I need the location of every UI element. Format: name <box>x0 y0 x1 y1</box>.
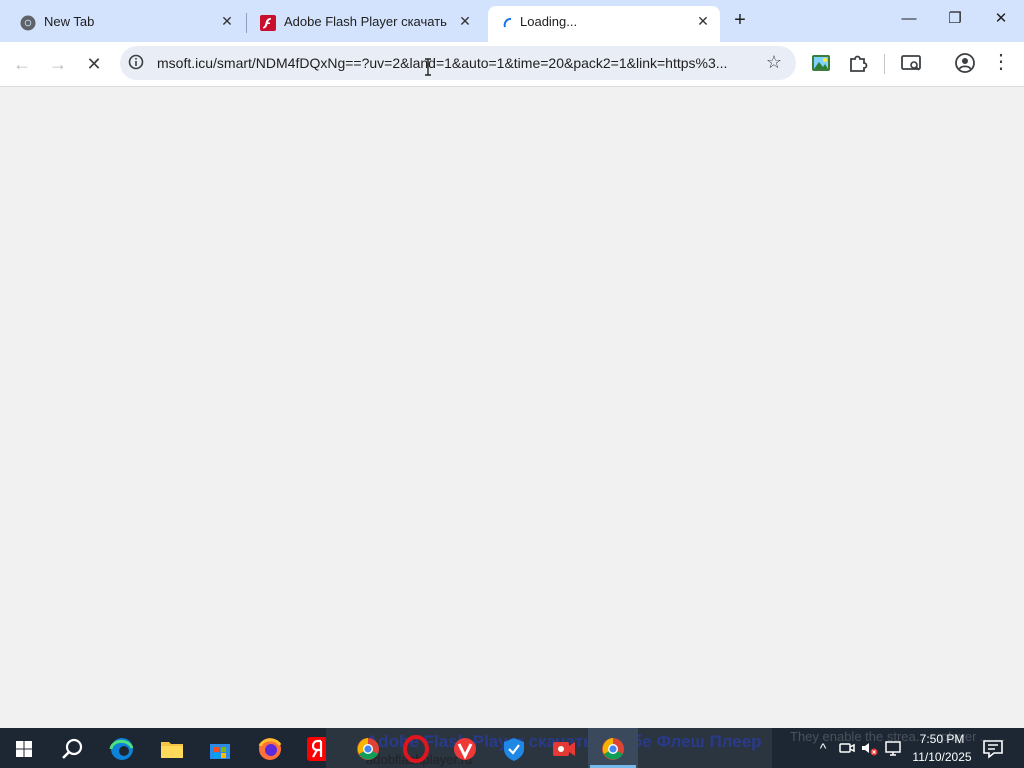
notification-center-icon[interactable] <box>982 738 1004 760</box>
close-window-button[interactable]: ✕ <box>981 4 1021 34</box>
chrome-active-taskbar-icon[interactable] <box>595 732 631 766</box>
toolbar: ← → ✕ msoft.icu/smart/NDM4fDQxNg==?uv=2&… <box>0 42 1024 87</box>
minimize-button[interactable]: — <box>889 4 929 34</box>
speaker-muted-icon[interactable] <box>860 739 878 757</box>
extensions-puzzle-icon[interactable] <box>847 52 869 74</box>
clock-time: 7:50 PM <box>919 732 965 746</box>
clock-date: 11/10/2025 <box>912 750 972 764</box>
image-extension-icon[interactable] <box>810 52 832 74</box>
tab-separator <box>246 13 247 33</box>
page-content <box>0 87 1024 728</box>
firefox-icon[interactable] <box>250 732 290 766</box>
tab-search-icon[interactable] <box>900 52 922 74</box>
close-tab-icon[interactable]: ✕ <box>694 12 712 30</box>
meet-now-icon[interactable] <box>838 739 856 757</box>
edge-icon[interactable] <box>102 732 142 766</box>
file-explorer-icon[interactable] <box>152 732 192 766</box>
loading-spinner-icon <box>503 18 512 28</box>
chevron-up-icon[interactable]: ^ <box>814 739 832 757</box>
restore-button[interactable]: ❐ <box>935 4 975 34</box>
taskbar-clock[interactable]: 7:50 PM 11/10/2025 <box>904 730 980 766</box>
vivaldi-icon[interactable] <box>447 732 483 766</box>
close-tab-icon[interactable]: ✕ <box>218 12 236 30</box>
back-button[interactable]: ← <box>8 50 36 78</box>
opera-icon[interactable] <box>398 732 434 766</box>
flash-icon <box>260 15 276 31</box>
close-tab-icon[interactable]: ✕ <box>456 12 474 30</box>
stop-button[interactable]: ✕ <box>80 50 108 78</box>
tab-new-tab[interactable]: New Tab ✕ <box>8 6 242 42</box>
menu-kebab-icon[interactable]: ⋮ <box>990 51 1012 75</box>
tab-title: Loading... <box>520 14 578 29</box>
address-bar[interactable]: msoft.icu/smart/NDM4fDQxNg==?uv=2&land=1… <box>120 46 796 80</box>
tab-strip: New Tab ✕ Adobe Flash Player скачать для… <box>0 0 1024 42</box>
shield-security-icon[interactable] <box>496 732 532 766</box>
text-cursor-icon <box>425 58 431 76</box>
tab-loading[interactable]: Loading... ✕ <box>488 6 720 42</box>
chrome-icon <box>20 15 36 31</box>
profile-icon[interactable] <box>954 52 976 74</box>
bookmark-star-icon[interactable]: ☆ <box>766 52 782 73</box>
tab-adobe-flash[interactable]: Adobe Flash Player скачать для ✕ <box>248 6 482 42</box>
network-icon[interactable] <box>884 739 902 757</box>
windows-start-icon[interactable] <box>4 732 44 766</box>
recorder-icon[interactable] <box>545 732 581 766</box>
search-icon[interactable] <box>52 732 92 766</box>
chrome-taskbar-icon[interactable] <box>350 732 386 766</box>
site-info-icon[interactable] <box>128 54 144 70</box>
tab-title: Adobe Flash Player скачать для <box>284 14 450 29</box>
microsoft-store-icon[interactable] <box>200 732 240 766</box>
toolbar-divider <box>884 54 885 74</box>
tab-title: New Tab <box>44 14 95 29</box>
url-text[interactable]: msoft.icu/smart/NDM4fDQxNg==?uv=2&land=1… <box>157 55 757 71</box>
new-tab-button[interactable]: + <box>729 9 751 31</box>
forward-button[interactable]: → <box>44 50 72 78</box>
